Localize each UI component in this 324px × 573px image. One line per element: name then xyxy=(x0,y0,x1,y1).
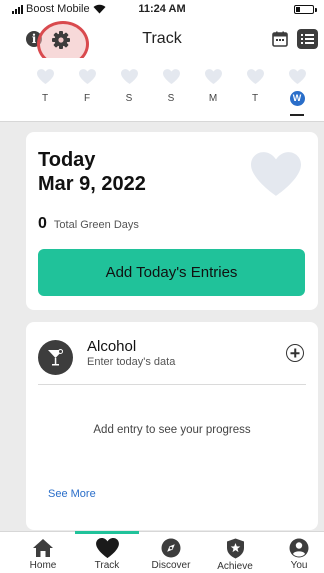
day-label: S xyxy=(125,93,133,104)
day-tuesday[interactable]: T xyxy=(30,69,60,104)
tab-label: Discover xyxy=(151,560,191,571)
day-label: F xyxy=(83,93,91,104)
heart-icon xyxy=(288,69,306,84)
compass-icon xyxy=(161,538,181,558)
empty-progress-message: Add entry to see your progress xyxy=(93,424,251,436)
tab-label: Home xyxy=(29,560,57,571)
selected-day-underline xyxy=(290,114,304,116)
tab-home[interactable]: Home xyxy=(11,534,75,571)
tracker-subtitle: Enter today's data xyxy=(87,356,176,368)
calendar-icon[interactable] xyxy=(272,31,288,47)
tab-track[interactable]: Track xyxy=(75,534,139,571)
today-date: Mar 9, 2022 xyxy=(38,173,146,195)
add-todays-entries-button[interactable]: Add Today's Entries xyxy=(38,249,305,296)
card-divider xyxy=(38,384,306,385)
tab-achieve[interactable]: Achieve xyxy=(203,534,267,572)
add-entry-plus-icon[interactable] xyxy=(286,344,304,362)
green-days-label: Total Green Days xyxy=(53,219,139,231)
battery-tip xyxy=(315,8,317,12)
battery-icon xyxy=(294,5,314,14)
week-strip: T F S S M T W xyxy=(0,58,324,122)
heart-icon xyxy=(162,69,180,84)
alcohol-tracker-card: Alcohol Enter today's data Add entry to … xyxy=(26,322,318,530)
heart-icon xyxy=(251,152,301,196)
day-label-active: W xyxy=(289,91,305,106)
top-header: i Track xyxy=(0,20,324,67)
day-friday[interactable]: F xyxy=(72,69,102,104)
heart-icon xyxy=(95,538,119,558)
day-label: M xyxy=(208,93,218,104)
day-wednesday-selected[interactable]: W xyxy=(282,69,312,106)
tracker-title: Alcohol xyxy=(87,338,137,355)
green-days-summary: 0 Total Green Days xyxy=(38,215,139,233)
status-time: 11:24 AM xyxy=(138,3,186,15)
heart-icon xyxy=(204,69,222,84)
badge-icon xyxy=(226,538,244,559)
day-label: S xyxy=(167,93,175,104)
list-view-icon[interactable] xyxy=(297,29,318,49)
heart-icon xyxy=(78,69,96,84)
heart-icon xyxy=(246,69,264,84)
status-bar: Boost Mobile 11:24 AM xyxy=(0,0,324,20)
tab-you[interactable]: You xyxy=(267,534,324,571)
user-icon xyxy=(289,538,309,558)
heart-icon xyxy=(36,69,54,84)
day-monday[interactable]: M xyxy=(198,69,228,104)
today-card: Today Mar 9, 2022 0 Total Green Days Add… xyxy=(26,132,318,310)
cocktail-icon xyxy=(38,340,73,375)
bottom-tab-bar: Home Track Discover Achieve You xyxy=(0,531,324,573)
tab-label: Achieve xyxy=(217,561,253,572)
heart-icon xyxy=(120,69,138,84)
day-saturday[interactable]: S xyxy=(114,69,144,104)
tab-label: You xyxy=(290,560,308,571)
day-label: T xyxy=(251,93,259,104)
see-more-link[interactable]: See More xyxy=(48,488,96,500)
today-heading: Today xyxy=(38,149,96,171)
green-days-count: 0 xyxy=(38,215,47,232)
day-label: T xyxy=(41,93,49,104)
tab-discover[interactable]: Discover xyxy=(139,534,203,571)
day-sunday[interactable]: S xyxy=(156,69,186,104)
tab-label: Track xyxy=(94,560,120,571)
day-tuesday-2[interactable]: T xyxy=(240,69,270,104)
home-icon xyxy=(33,539,53,557)
